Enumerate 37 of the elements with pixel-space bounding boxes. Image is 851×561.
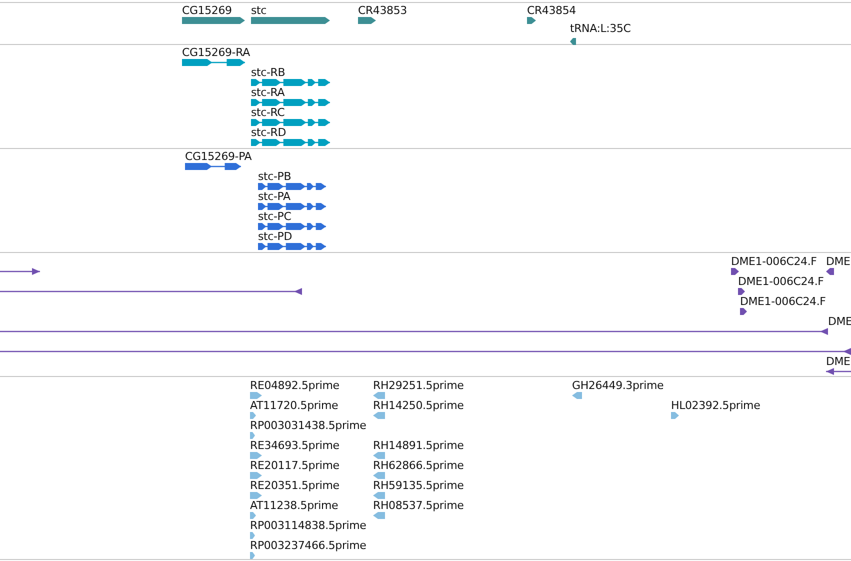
feature-label: stc-RB	[251, 66, 286, 79]
feature-label: GH26449.3prime	[572, 379, 664, 392]
feature-label: RE20351.5prime	[250, 479, 340, 492]
feature-label: CG15269-RA	[182, 46, 250, 59]
feature-label: CR43853	[358, 4, 407, 17]
feature-label: RE04892.5prime	[250, 379, 340, 392]
feature-label: stc-RC	[251, 106, 285, 119]
feature-label: RH14891.5prime	[373, 439, 464, 452]
feature-label: RP003114838.5prime	[250, 519, 366, 532]
feature-label: RH08537.5prime	[373, 499, 464, 512]
feature-label: AT11720.5prime	[250, 399, 338, 412]
feature-label: DME1-006C24.F	[738, 275, 824, 288]
feature-label: stc	[251, 4, 266, 17]
feature-label: RP003031438.5prime	[250, 419, 366, 432]
feature-label: RH62866.5prime	[373, 459, 464, 472]
feature-label: stc-RA	[251, 86, 285, 99]
feature-label: CR43854	[527, 4, 576, 17]
feature-label: HL02392.5prime	[671, 399, 760, 412]
feature-label: stc-PC	[258, 210, 292, 223]
feature-label: stc-PD	[258, 230, 292, 243]
feature-label: RE34693.5prime	[250, 439, 340, 452]
feature-label: RH59135.5prime	[373, 479, 464, 492]
feature-label: DME	[826, 355, 850, 368]
feature-label: RH14250.5prime	[373, 399, 464, 412]
feature-label: RH29251.5prime	[373, 379, 464, 392]
feature-label: DME	[826, 255, 850, 268]
feature-label: stc-PB	[258, 170, 292, 183]
feature-label: AT11238.5prime	[250, 499, 338, 512]
feature-label: CG15269	[182, 4, 232, 17]
feature-label: tRNA:L:35C	[570, 22, 631, 35]
feature-label: DME1-006C24.F	[731, 255, 817, 268]
feature-label: stc-RD	[251, 126, 286, 139]
feature-label: RE20117.5prime	[250, 459, 340, 472]
feature-label: stc-PA	[258, 190, 290, 203]
feature-label: DME1-006C24.F	[740, 295, 826, 308]
feature-label: CG15269-PA	[185, 150, 252, 163]
feature-label: RP003237466.5prime	[250, 539, 366, 552]
